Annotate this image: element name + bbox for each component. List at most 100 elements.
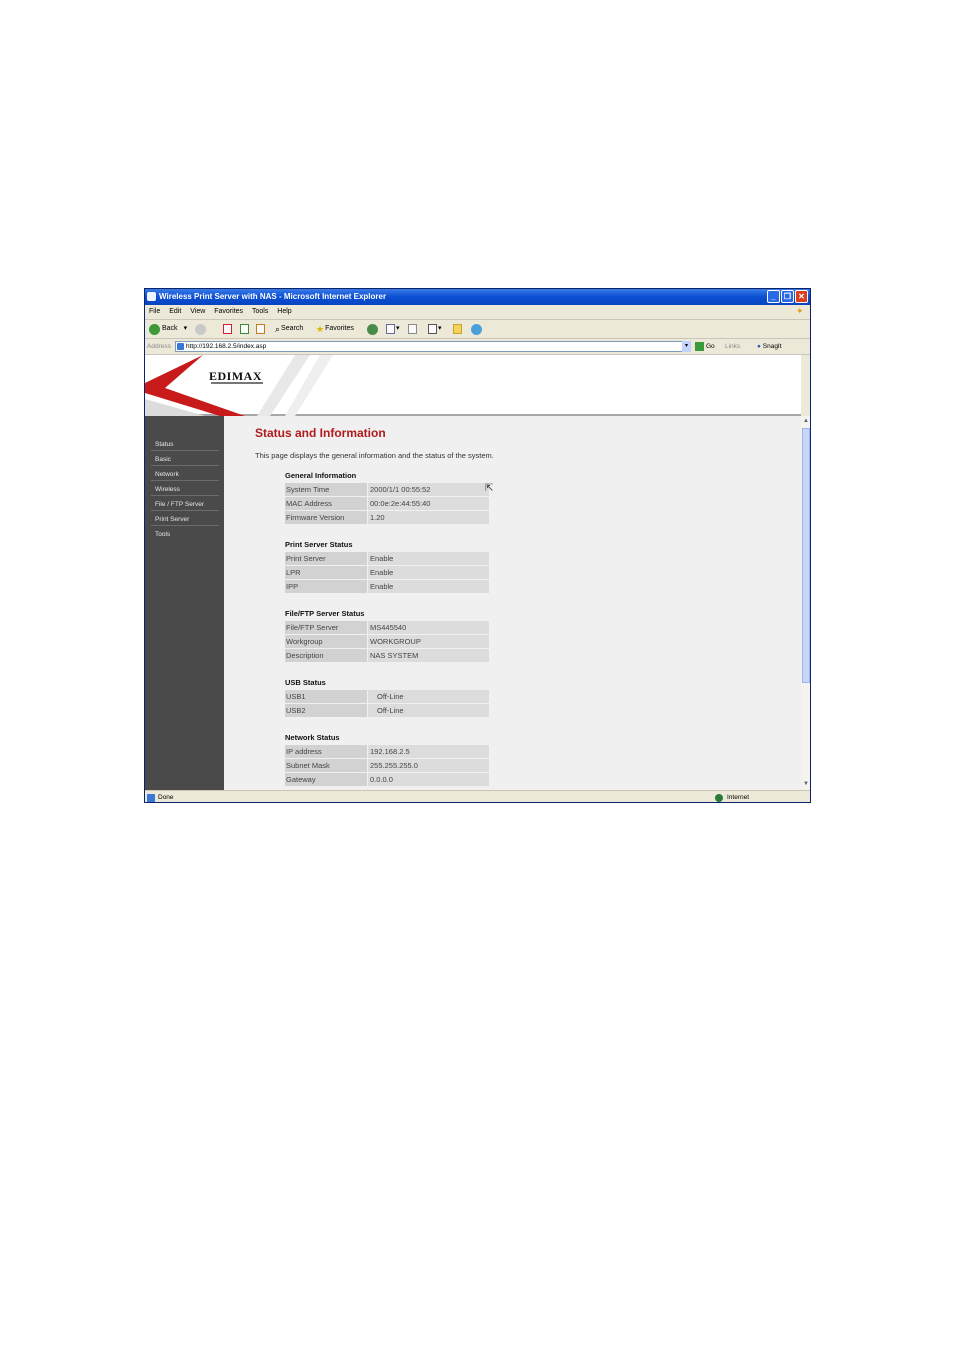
table-row: Description NAS SYSTEM (285, 649, 489, 662)
section-title: File/FTP Server Status (285, 609, 365, 618)
search-icon: ⌕ (275, 324, 281, 334)
address-input[interactable]: http://192.168.2.5/index.asp (175, 341, 691, 352)
stop-button[interactable] (223, 320, 232, 338)
table-row: Workgroup WORKGROUP (285, 635, 489, 648)
toolbar: Back ▾ ⌕ Search ★ Favorites ▾ ▾ (145, 320, 810, 339)
menu-tools[interactable]: Tools (252, 308, 268, 315)
main-panel: Status and Information This page display… (224, 416, 801, 790)
logo-tagline-line (211, 382, 263, 384)
section-title: Network Status (285, 733, 340, 742)
page-title: Status and Information (255, 426, 386, 440)
table-row: Print Server Enable (285, 552, 489, 565)
close-button[interactable]: ✕ (795, 290, 808, 303)
maximize-button[interactable]: ❐ (781, 290, 794, 303)
menu-file[interactable]: File (149, 308, 160, 315)
edit-icon (428, 324, 437, 334)
menu-help[interactable]: Help (277, 308, 291, 315)
section-network-status: Network Status IP address 192.168.2.5 Sub… (285, 731, 489, 787)
edit-button[interactable]: ▾ (428, 320, 442, 338)
nav-basic[interactable]: Basic (151, 451, 219, 466)
address-label: Address (147, 343, 171, 350)
back-button[interactable]: Back ▾ (149, 320, 187, 338)
home-icon (256, 324, 265, 334)
nav-status[interactable]: Status (151, 436, 219, 451)
snagit-icon: ● (757, 343, 761, 350)
table-row: Firmware Version 1.20 (285, 511, 489, 524)
nav-print-server[interactable]: Print Server (151, 511, 219, 526)
print-button[interactable] (408, 320, 417, 338)
menu-view[interactable]: View (190, 308, 205, 315)
menu-favorites[interactable]: Favorites (214, 308, 243, 315)
table-row: File/FTP Server MS445540 (285, 621, 489, 634)
table-row: LPR Enable (285, 566, 489, 579)
table-row: MAC Address 00:0e:2e:44:55:40 (285, 497, 489, 510)
address-url: http://192.168.2.5/index.asp (186, 343, 267, 350)
nav-file-ftp-server[interactable]: File / FTP Server (151, 496, 219, 511)
home-button[interactable] (256, 320, 265, 338)
sidebar: Status Basic Network Wireless File / FTP… (145, 416, 224, 790)
back-arrow-icon (149, 323, 160, 335)
edimax-swoosh-graphic (145, 355, 333, 416)
links-button[interactable]: Links (725, 339, 740, 354)
table-row: IPP Enable (285, 580, 489, 593)
snagit-button[interactable]: ● SnagIt (757, 339, 782, 354)
table-row: Gateway 0.0.0.0 (285, 773, 489, 786)
page-viewport: EDIMAX Status Basic Network Wireless Fil… (145, 355, 801, 790)
internet-zone-icon (715, 794, 723, 802)
windows-logo-icon: ✦ (796, 306, 804, 316)
messenger-icon (471, 323, 482, 335)
section-file-ftp-server-status: File/FTP Server Status File/FTP Server MS… (285, 607, 489, 663)
status-bar: Done Internet (145, 790, 810, 802)
mail-button[interactable]: ▾ (386, 320, 400, 338)
go-arrow-icon (695, 341, 704, 351)
table-row: Subnet Mask 255.255.255.0 (285, 759, 489, 772)
section-title: USB Status (285, 678, 326, 687)
zone-text: Internet (727, 794, 750, 801)
nav-network[interactable]: Network (151, 466, 219, 481)
scroll-down-icon[interactable]: ▼ (802, 780, 810, 789)
scroll-thumb[interactable] (802, 428, 810, 683)
mail-icon (386, 324, 395, 334)
forward-arrow-icon (195, 323, 206, 335)
minimize-button[interactable]: _ (767, 290, 780, 303)
favorites-button[interactable]: ★ Favorites (316, 320, 354, 338)
search-button[interactable]: ⌕ Search (275, 320, 303, 338)
star-icon: ★ (316, 324, 325, 334)
folder-icon (453, 324, 462, 334)
history-button[interactable] (367, 320, 380, 338)
section-general-information: General Information System Time 2000/1/1 … (285, 469, 489, 525)
table-row: USB1 Off-Line (285, 690, 489, 703)
forward-button[interactable] (195, 320, 208, 338)
page-description: This page displays the general informati… (255, 451, 494, 460)
section-print-server-status: Print Server Status Print Server Enable L… (285, 538, 489, 594)
scroll-up-icon[interactable]: ▲ (802, 417, 810, 426)
folder-button[interactable] (453, 320, 462, 338)
menu-edit[interactable]: Edit (169, 308, 181, 315)
ie-icon (147, 292, 156, 301)
refresh-icon (240, 324, 249, 334)
messenger-button[interactable] (471, 320, 484, 338)
page-icon (177, 343, 184, 350)
vertical-scrollbar[interactable]: ▲ ▼ (801, 416, 810, 790)
table-row: System Time 2000/1/1 00:55:52 (285, 483, 489, 496)
section-title: Print Server Status (285, 540, 353, 549)
print-icon (408, 324, 417, 334)
nav-wireless[interactable]: Wireless (151, 481, 219, 496)
go-button[interactable]: Go (695, 339, 715, 354)
table-row: IP address 192.168.2.5 (285, 745, 489, 758)
address-bar: Address http://192.168.2.5/index.asp ▾ G… (145, 339, 810, 355)
refresh-button[interactable] (240, 320, 249, 338)
menu-bar: File Edit View Favorites Tools Help (145, 305, 810, 320)
section-title: General Information (285, 471, 357, 480)
header-banner: EDIMAX (145, 355, 801, 416)
address-dropdown-icon[interactable]: ▾ (682, 341, 691, 352)
window-title: Wireless Print Server with NAS - Microso… (159, 292, 387, 301)
title-bar[interactable]: Wireless Print Server with NAS - Microso… (145, 289, 810, 305)
browser-window: Wireless Print Server with NAS - Microso… (144, 288, 811, 803)
section-usb-status: USB Status USB1 Off-Line USB2 Off-Line (285, 676, 489, 718)
nav-tools[interactable]: Tools (151, 526, 219, 541)
page-done-icon (147, 794, 155, 802)
status-text: Done (158, 794, 174, 801)
table-row: USB2 Off-Line (285, 704, 489, 717)
stop-icon (223, 324, 232, 334)
